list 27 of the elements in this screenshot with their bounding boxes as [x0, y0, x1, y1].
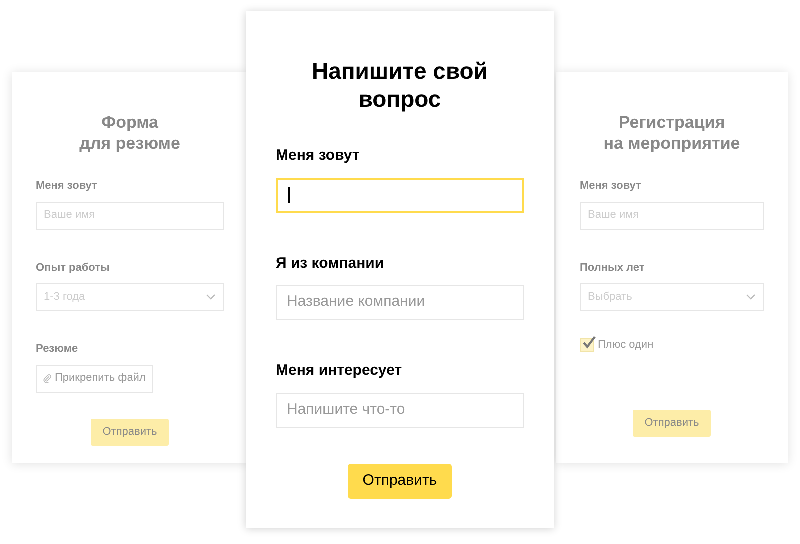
- checkbox-label: Плюс один: [598, 338, 654, 353]
- field-label: Меня зовут: [580, 179, 642, 194]
- chevron-down-icon: [206, 294, 216, 300]
- input-field[interactable]: Название компании: [276, 285, 524, 320]
- attach-file-button[interactable]: Прикрепить файл: [36, 364, 153, 392]
- form-title: Регистрация на мероприятие: [602, 112, 742, 154]
- input-field[interactable]: [276, 178, 524, 212]
- placeholder: Название компании: [287, 292, 426, 312]
- text-cursor: [288, 187, 290, 203]
- chevron-down-icon: [746, 294, 756, 300]
- checkmark-icon: [582, 335, 597, 350]
- submit-button[interactable]: Отправить: [90, 418, 170, 446]
- input-field[interactable]: Напишите что-то: [276, 392, 524, 428]
- field-label: Опыт работы: [36, 260, 111, 276]
- submit-button[interactable]: Отправить: [348, 464, 452, 498]
- form-title: Напишите свой вопрос: [310, 57, 489, 113]
- field-label: Меня интересует: [276, 361, 404, 381]
- field-label: Меня зовут: [36, 179, 98, 194]
- form-title: Форма для резюме: [78, 112, 182, 154]
- field-label: Полных лет: [580, 260, 646, 276]
- paperclip-icon: [43, 374, 52, 383]
- field-label: Меня зовут: [276, 146, 361, 166]
- checkbox[interactable]: [580, 338, 594, 352]
- placeholder: Напишите что-то: [287, 400, 406, 420]
- submit-button[interactable]: Отправить: [632, 410, 712, 436]
- field-label: Я из компании: [276, 254, 386, 274]
- field-label: Резюме: [36, 342, 80, 357]
